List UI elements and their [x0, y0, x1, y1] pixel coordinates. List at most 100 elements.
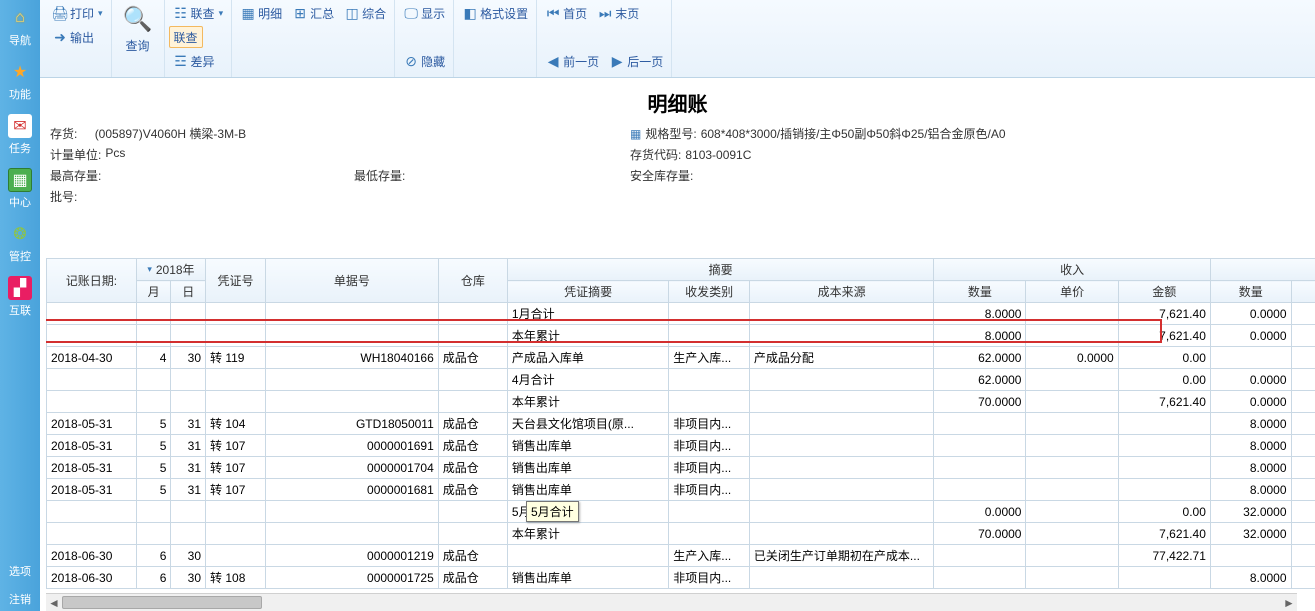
cell[interactable]: 0.0000 [1026, 347, 1118, 369]
cell[interactable] [136, 303, 171, 325]
cell[interactable] [206, 369, 266, 391]
detail-button[interactable]: ▦明细 [236, 2, 286, 24]
cell[interactable] [1291, 369, 1315, 391]
next-page-button[interactable]: ▶后一页 [605, 50, 667, 72]
col-out-group[interactable]: 发出 [1210, 259, 1315, 281]
cell[interactable]: 30 [171, 347, 206, 369]
cell[interactable] [1026, 435, 1118, 457]
cell[interactable]: 0.00 [1118, 347, 1210, 369]
query-button[interactable]: 🔍查询 [116, 1, 160, 56]
cell[interactable] [1026, 567, 1118, 589]
cell[interactable]: 0000001725 [265, 567, 438, 589]
cell[interactable]: 成品仓 [438, 457, 507, 479]
cell[interactable]: 0.0000 [1210, 303, 1291, 325]
cell[interactable]: 转 107 [206, 435, 266, 457]
cell[interactable] [934, 545, 1026, 567]
col-in-price[interactable]: 单价 [1026, 281, 1118, 303]
cell[interactable] [47, 391, 137, 413]
cell[interactable] [136, 325, 171, 347]
cell[interactable] [136, 589, 171, 590]
cell[interactable]: 2,146.0000 [1291, 567, 1315, 589]
col-in-amt[interactable]: 金额 [1118, 281, 1210, 303]
col-abstract-group[interactable]: 摘要 [507, 259, 933, 281]
cell[interactable] [1291, 523, 1315, 545]
cell[interactable] [749, 325, 933, 347]
col-in-group[interactable]: 收入 [934, 259, 1211, 281]
cell[interactable] [1026, 413, 1118, 435]
table-row[interactable]: 2018-05-31531转 1070000001691成品仓销售出库单非项目内… [47, 435, 1315, 457]
col-date[interactable]: 记账日期: [47, 259, 137, 303]
cell[interactable] [1026, 589, 1118, 590]
cell[interactable]: 7,621.40 [1118, 391, 1210, 413]
cell[interactable] [438, 369, 507, 391]
table-row[interactable]: 2018-05-31531转 104GTD18050011成品仓天台县文化馆项目… [47, 413, 1315, 435]
cell[interactable] [265, 303, 438, 325]
nav-functions[interactable]: ★功能 [0, 56, 40, 106]
cell[interactable]: 32.0000 [1210, 501, 1291, 523]
cell[interactable]: 非项目内... [669, 457, 750, 479]
cell[interactable] [171, 589, 206, 590]
nav-tasks[interactable]: ✉任务 [0, 110, 40, 160]
cell[interactable] [47, 589, 137, 590]
cell[interactable]: 70.0000 [934, 391, 1026, 413]
cell[interactable] [749, 369, 933, 391]
cell[interactable] [1291, 347, 1315, 369]
table-row[interactable]: 本年累计70.00007,621.400.0000 [47, 391, 1315, 413]
cell[interactable]: 31 [171, 435, 206, 457]
cell[interactable]: 2018-04-30 [47, 347, 137, 369]
cell[interactable] [438, 325, 507, 347]
cell[interactable] [438, 589, 507, 590]
cell[interactable]: 2018-06-30 [47, 545, 137, 567]
cell[interactable]: 32.0000 [1210, 523, 1291, 545]
cell[interactable] [265, 369, 438, 391]
cell[interactable]: 转 104 [206, 413, 266, 435]
cell[interactable]: 1月合计 [507, 303, 668, 325]
cell[interactable] [934, 457, 1026, 479]
cell[interactable] [749, 435, 933, 457]
cell[interactable]: 生产入库... [669, 545, 750, 567]
cell[interactable]: 30 [171, 567, 206, 589]
cell[interactable]: 30 [171, 545, 206, 567]
cell[interactable]: 0000001704 [265, 457, 438, 479]
cell[interactable]: 77,422.71 [1118, 589, 1210, 590]
cell[interactable] [136, 369, 171, 391]
cell[interactable] [206, 391, 266, 413]
first-page-button[interactable]: ⏮首页 [541, 2, 591, 24]
cell[interactable]: 销售出库单 [507, 457, 668, 479]
cell[interactable]: 5 [136, 457, 171, 479]
cell[interactable]: 7,621.40 [1118, 325, 1210, 347]
cell[interactable]: 成品仓 [438, 435, 507, 457]
nav-control[interactable]: ❂管控 [0, 218, 40, 268]
cell[interactable]: 77,422.71 [1118, 545, 1210, 567]
cell[interactable]: 成品仓 [438, 413, 507, 435]
cell[interactable]: 产成品入库单 [507, 347, 668, 369]
cell[interactable] [1210, 347, 1291, 369]
cell[interactable] [171, 501, 206, 523]
cell[interactable] [749, 567, 933, 589]
cell[interactable] [171, 523, 206, 545]
cell[interactable]: 5 [136, 479, 171, 501]
last-page-button[interactable]: ⏭末页 [593, 2, 643, 24]
liancha-selected-button[interactable]: 联查 [169, 26, 203, 48]
cell[interactable]: 7,621.40 [1118, 523, 1210, 545]
cell[interactable] [438, 523, 507, 545]
cell[interactable]: 销售出库单 [507, 479, 668, 501]
cell[interactable]: 109.0000 [1291, 479, 1315, 501]
cell[interactable] [265, 501, 438, 523]
cell[interactable] [1291, 545, 1315, 567]
cell[interactable] [206, 589, 266, 590]
cell[interactable] [669, 501, 750, 523]
cell[interactable] [1118, 457, 1210, 479]
scroll-left-arrow[interactable]: ◄ [46, 595, 62, 611]
cell[interactable] [507, 545, 668, 567]
cell[interactable]: 销售出库单 [507, 435, 668, 457]
cell[interactable] [206, 303, 266, 325]
cell[interactable]: 7,621.40 [1118, 303, 1210, 325]
cell[interactable] [669, 303, 750, 325]
cell[interactable] [438, 501, 507, 523]
col-month[interactable]: 月 [136, 281, 171, 303]
hide-button[interactable]: ⊘隐藏 [399, 50, 449, 72]
cell[interactable]: 8.0000 [1210, 567, 1291, 589]
cell[interactable] [206, 325, 266, 347]
cell[interactable]: 转 107 [206, 479, 266, 501]
